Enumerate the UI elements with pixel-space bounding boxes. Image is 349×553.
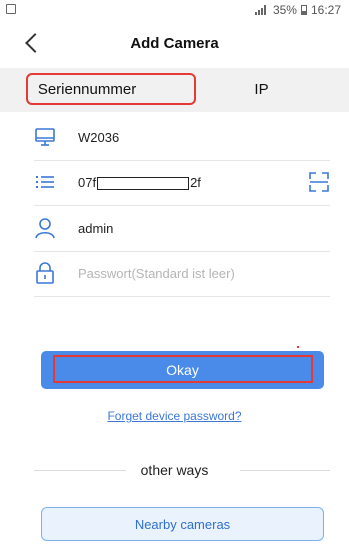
serial-suffix: 2f — [190, 175, 201, 190]
marker-dot — [297, 346, 299, 348]
scan-qr-icon[interactable] — [308, 171, 330, 193]
page-title: Add Camera — [130, 35, 219, 52]
tab-label: Seriennummer — [37, 81, 137, 98]
device-name-row[interactable]: W2036 — [34, 116, 330, 161]
tab-serial-number[interactable]: Seriennummer — [0, 68, 196, 112]
status-right: 35% 16:27 — [254, 3, 341, 17]
forget-password-link[interactable]: Forget device password? — [0, 409, 349, 423]
tab-ip[interactable]: IP — [174, 68, 349, 112]
device-name-value: W2036 — [78, 130, 120, 145]
username-value: admin — [78, 221, 114, 236]
signal-icon — [254, 5, 269, 15]
status-bar: 35% 16:27 — [0, 0, 349, 22]
okay-button-label: Okay — [166, 362, 199, 378]
tab-label: IP — [254, 81, 269, 98]
redaction-box — [97, 177, 190, 191]
notification-icon — [6, 4, 16, 14]
serial-number-row[interactable]: 07f 2f — [34, 161, 330, 206]
okay-button[interactable]: Okay — [41, 351, 324, 389]
header: Add Camera — [0, 22, 349, 66]
nearby-cameras-button[interactable]: Nearby cameras — [41, 507, 324, 541]
nearby-cameras-label: Nearby cameras — [134, 517, 231, 532]
username-row[interactable]: admin — [34, 207, 330, 252]
list-icon — [36, 176, 54, 188]
divider-right — [240, 470, 330, 471]
monitor-icon — [35, 128, 55, 146]
user-icon — [35, 218, 55, 239]
tab-bar: Seriennummer IP — [0, 68, 349, 112]
battery-percent: 35% — [272, 3, 297, 17]
password-input[interactable]: Passwort(Standard ist leer) — [78, 266, 235, 281]
battery-icon — [300, 5, 307, 15]
serial-prefix: 07f — [78, 175, 97, 190]
status-time: 16:27 — [310, 3, 341, 17]
lock-icon — [36, 262, 54, 284]
serial-number-value: 07f 2f — [78, 175, 201, 191]
password-row[interactable]: Passwort(Standard ist leer) — [34, 252, 330, 297]
